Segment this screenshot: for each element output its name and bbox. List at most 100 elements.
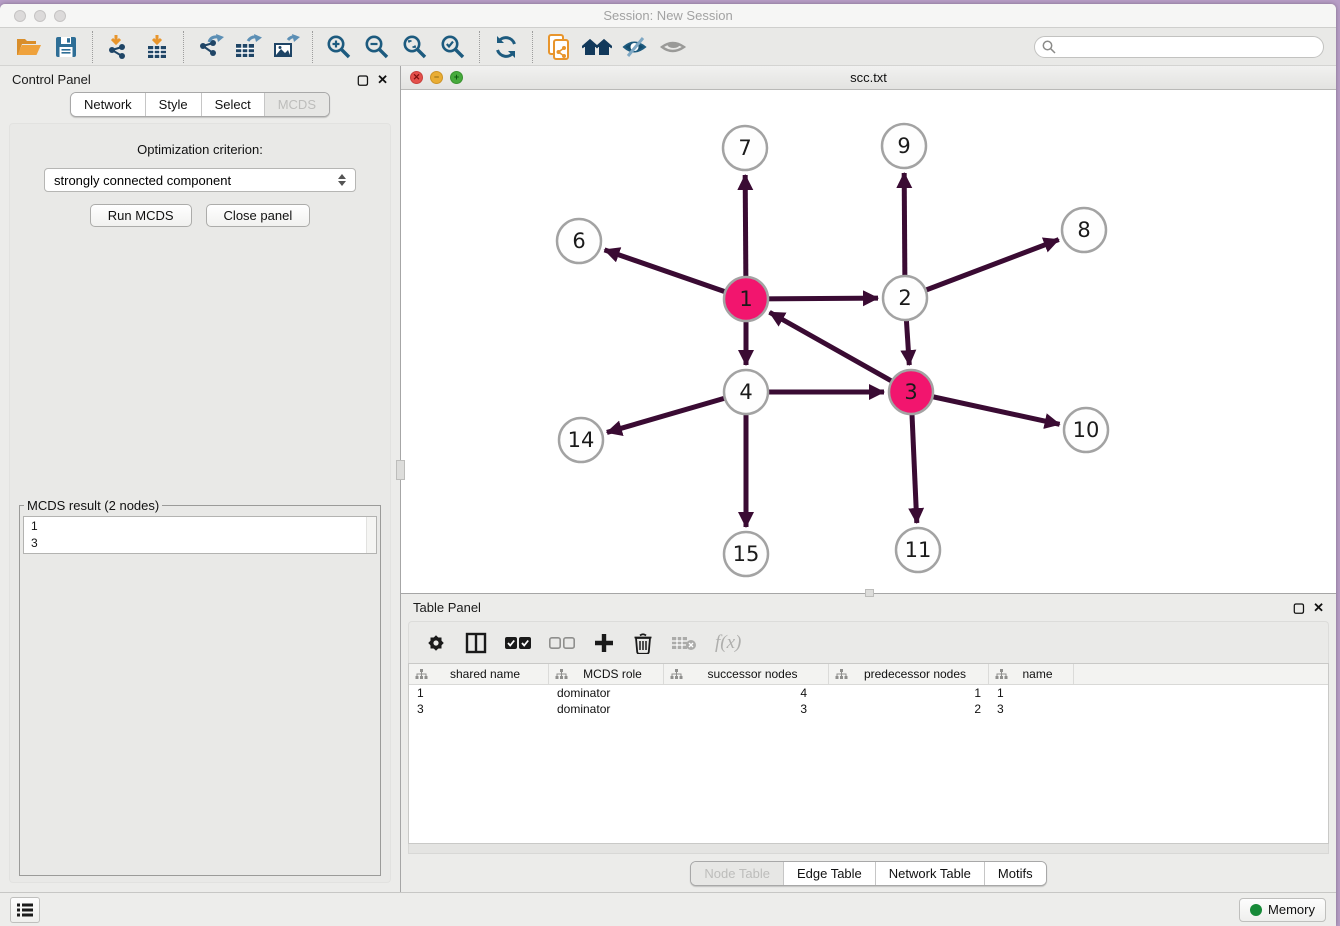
- destroy-network-button[interactable]: [581, 32, 613, 62]
- zoom-fit-button[interactable]: [399, 32, 431, 62]
- hierarchy-icon: [415, 669, 428, 680]
- import-network-button[interactable]: [103, 32, 135, 62]
- criterion-select[interactable]: strongly connected component: [44, 168, 356, 192]
- app-window: Session: New Session: [0, 4, 1336, 926]
- network-window-title: scc.txt: [401, 70, 1336, 85]
- clone-network-button[interactable]: [543, 32, 575, 62]
- table-panel-title: Table Panel: [413, 600, 481, 615]
- network-zoom-button[interactable]: +: [450, 71, 463, 84]
- window-title: Session: New Session: [0, 8, 1336, 23]
- run-mcds-button[interactable]: Run MCDS: [90, 204, 192, 227]
- float-panel-icon[interactable]: ▢: [357, 73, 369, 86]
- column-header-successor-nodes[interactable]: successor nodes: [664, 664, 829, 684]
- table-toolbar: f(x): [408, 621, 1329, 663]
- column-header-name[interactable]: name: [989, 664, 1074, 684]
- table-panel-header: Table Panel ▢ ✕: [401, 594, 1336, 620]
- tab-mcds[interactable]: MCDS: [264, 93, 329, 116]
- refresh-button[interactable]: [490, 32, 522, 62]
- delete-table-button[interactable]: [671, 634, 697, 652]
- table-tab-network-table[interactable]: Network Table: [875, 862, 984, 885]
- import-table-button[interactable]: [141, 32, 173, 62]
- save-icon: [54, 35, 78, 59]
- export-table-button[interactable]: [232, 32, 264, 62]
- close-panel-icon[interactable]: ✕: [377, 73, 388, 86]
- select-all-button[interactable]: [505, 636, 531, 650]
- search-icon: [1042, 40, 1056, 54]
- node-table-header: shared nameMCDS rolesuccessor nodesprede…: [409, 664, 1328, 685]
- gear-icon: [425, 632, 447, 654]
- table-row[interactable]: 3dominator323: [409, 701, 1328, 717]
- zoom-out-icon: [364, 34, 390, 60]
- cell-MCDS-role: dominator: [549, 702, 664, 716]
- node-label-3: 3: [904, 380, 917, 404]
- edge-2-8[interactable]: [905, 240, 1059, 298]
- memory-button[interactable]: Memory: [1239, 898, 1326, 922]
- zoom-selected-icon: [440, 34, 466, 60]
- table-tab-motifs[interactable]: Motifs: [984, 862, 1046, 885]
- toolbar-separator: [479, 31, 480, 63]
- table-tab-edge-table[interactable]: Edge Table: [783, 862, 875, 885]
- zoom-in-button[interactable]: [323, 32, 355, 62]
- table-footer-strip: [408, 844, 1329, 854]
- export-image-button[interactable]: [270, 32, 302, 62]
- refresh-icon: [493, 34, 519, 60]
- column-header-predecessor-nodes[interactable]: predecessor nodes: [829, 664, 989, 684]
- tab-style[interactable]: Style: [145, 93, 201, 116]
- result-scrollbar[interactable]: [366, 517, 376, 553]
- import-table-icon: [144, 34, 170, 60]
- node-label-15: 15: [733, 542, 760, 566]
- open-session-button[interactable]: [12, 32, 44, 62]
- node-label-2: 2: [898, 286, 911, 310]
- delete-column-button[interactable]: [633, 632, 653, 654]
- unchecked-boxes-icon: [549, 636, 575, 650]
- node-label-11: 11: [905, 538, 932, 562]
- deselect-all-button[interactable]: [549, 636, 575, 650]
- node-label-9: 9: [897, 134, 910, 158]
- network-close-button[interactable]: ✕: [410, 71, 423, 84]
- show-graphics-button[interactable]: [657, 32, 689, 62]
- tab-select[interactable]: Select: [201, 93, 264, 116]
- task-history-button[interactable]: [10, 897, 40, 923]
- hierarchy-icon: [995, 669, 1008, 680]
- import-network-icon: [106, 34, 132, 60]
- column-header-MCDS-role[interactable]: MCDS role: [549, 664, 664, 684]
- column-header-shared-name[interactable]: shared name: [409, 664, 549, 684]
- criterion-value: strongly connected component: [54, 173, 231, 188]
- search-box[interactable]: [1034, 36, 1324, 58]
- close-table-panel-icon[interactable]: ✕: [1313, 601, 1324, 614]
- export-network-button[interactable]: [194, 32, 226, 62]
- zoom-out-button[interactable]: [361, 32, 393, 62]
- network-canvas[interactable]: 1234678910111415: [401, 90, 1336, 593]
- network-minimize-button[interactable]: −: [430, 71, 443, 84]
- canvas-splitter-handle[interactable]: [865, 589, 874, 597]
- main-toolbar: [0, 28, 1336, 66]
- cell-predecessor-nodes: 1: [829, 686, 989, 700]
- table-settings-button[interactable]: [425, 632, 447, 654]
- delete-table-icon: [671, 634, 697, 652]
- control-panel: Control Panel ▢ ✕ NetworkStyleSelectMCDS…: [0, 66, 401, 892]
- add-column-button[interactable]: [593, 632, 615, 654]
- panel-splitter-handle[interactable]: [396, 460, 405, 480]
- homes-icon: [582, 35, 612, 59]
- node-label-4: 4: [739, 380, 752, 404]
- search-input[interactable]: [1061, 40, 1316, 54]
- tab-network[interactable]: Network: [71, 93, 145, 116]
- toolbar-separator: [92, 31, 93, 63]
- show-column-panel-button[interactable]: [465, 632, 487, 654]
- hide-graphics-button[interactable]: [619, 32, 651, 62]
- float-table-panel-icon[interactable]: ▢: [1293, 601, 1305, 614]
- edge-3-1[interactable]: [770, 312, 911, 392]
- function-builder-button[interactable]: f(x): [715, 632, 741, 654]
- zoom-selected-button[interactable]: [437, 32, 469, 62]
- network-window-titlebar: scc.txt ✕ − +: [401, 66, 1336, 90]
- cell-name: 1: [989, 686, 1074, 700]
- node-table[interactable]: shared nameMCDS rolesuccessor nodesprede…: [408, 663, 1329, 844]
- plus-icon: [593, 632, 615, 654]
- save-session-button[interactable]: [50, 32, 82, 62]
- table-row[interactable]: 1dominator411: [409, 685, 1328, 701]
- network-graph[interactable]: 1234678910111415: [401, 90, 1335, 593]
- hierarchy-icon: [835, 669, 848, 680]
- trash-icon: [633, 632, 653, 654]
- close-panel-button[interactable]: Close panel: [206, 204, 311, 227]
- table-tab-node-table[interactable]: Node Table: [691, 862, 783, 885]
